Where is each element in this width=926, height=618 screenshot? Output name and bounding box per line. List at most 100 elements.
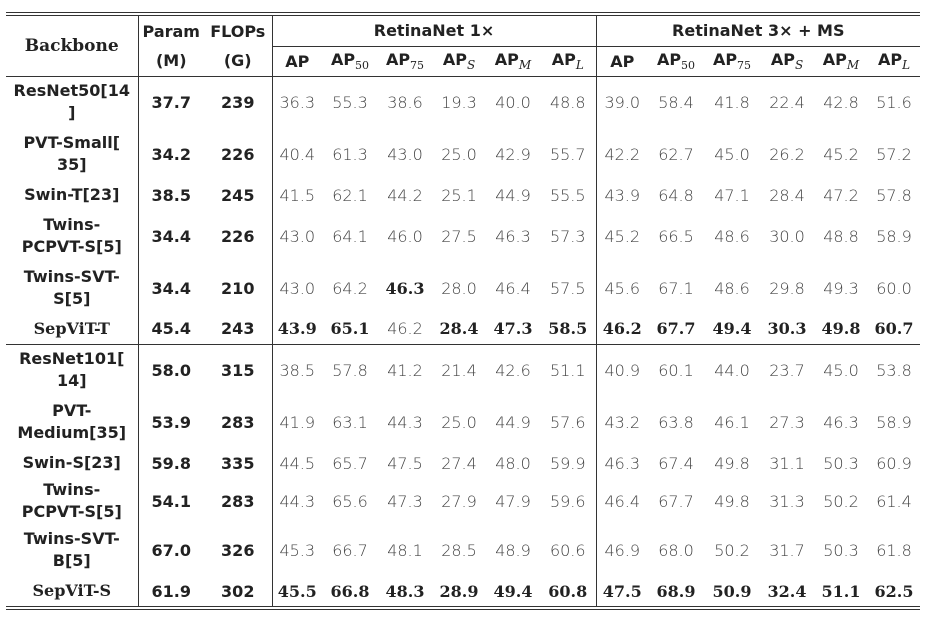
- metric-subscript: 50: [355, 59, 370, 72]
- retinanet-1x-value: 28.0: [441, 278, 477, 298]
- flops-value: 335: [204, 448, 273, 478]
- header-backbone: Backbone: [6, 16, 139, 77]
- retinanet-3x-ms-value: 42.2: [604, 144, 641, 164]
- retinanet-1x-value: 25.1: [441, 185, 477, 205]
- retinanet-1x-value: 48.8: [540, 76, 597, 128]
- retinanet-3x-ms-value: 27.3: [769, 412, 805, 432]
- retinanet-1x-value: 41.5: [279, 185, 316, 205]
- retinanet-1x-value: 46.0: [387, 226, 423, 246]
- retinanet-1x-value: 62.1: [332, 185, 368, 205]
- retinanet-1x-value: 44.9: [495, 185, 531, 205]
- param-value: 34.4: [151, 226, 191, 246]
- retinanet-1x-value: 46.4: [495, 278, 531, 298]
- backbone-name-line: Swin-T[23]: [24, 185, 120, 204]
- retinanet-3x-ms-value: 68.9: [656, 581, 696, 601]
- retinanet-1x-value: 27.4: [441, 453, 477, 473]
- retinanet-3x-ms-value: 50.3: [823, 540, 859, 560]
- param-value: 45.4: [138, 314, 204, 345]
- backbone-name-line: S[5]: [53, 289, 91, 308]
- flops-value: 326: [204, 524, 273, 576]
- metric-base: AP: [610, 51, 635, 71]
- retinanet-1x-value: 51.1: [540, 344, 597, 396]
- retinanet-3x-ms-value: 50.2: [714, 540, 750, 560]
- backbone-name: ResNet50[14]: [6, 76, 139, 128]
- header-param: Param: [142, 21, 200, 41]
- header-metric-1x-5: APL: [540, 46, 597, 77]
- header-metric-3x-4: APM: [814, 46, 868, 77]
- table-row: Twins- PCPVT-S[5] 34.4 226 43.0 64.1 46.0 27.5 4…: [6, 210, 920, 262]
- retinanet-1x-value: 45.3: [279, 540, 316, 560]
- retinanet-3x-ms-value: 31.7: [769, 540, 805, 560]
- retinanet-1x-value: 43.0: [279, 278, 316, 298]
- backbone-name: Twins-SVT- B[5]: [6, 524, 139, 576]
- retinanet-1x-value: 57.3: [540, 210, 597, 262]
- retinanet-3x-ms-value: 30.3: [760, 314, 814, 345]
- table-row: Swin-T[23] 38.5 245 41.5 62.1 44.2 25.1 44.9 55.…: [6, 180, 920, 210]
- retinanet-1x-value: 45.5: [277, 581, 317, 601]
- retinanet-3x-ms-value: 50.3: [823, 453, 859, 473]
- retinanet-3x-ms-value: 57.2: [876, 144, 912, 164]
- retinanet-3x-ms-value: 22.4: [769, 92, 805, 112]
- table-row: SepViT-T 45.4 243 43.9 65.1 46.2 28.4 47.3 58.5 4…: [6, 314, 921, 345]
- retinanet-3x-ms-value: 32.4: [767, 581, 807, 601]
- param-value: 67.0: [151, 540, 191, 560]
- header-metric-3x-0: AP: [596, 46, 648, 77]
- retinanet-1x-value: 42.9: [495, 144, 531, 164]
- backbone-name: Twins- PCPVT-S[5]: [6, 210, 139, 262]
- backbone-name-line: PCPVT-S[5]: [21, 502, 122, 521]
- retinanet-1x-value: 61.3: [332, 144, 368, 164]
- table-row: ResNet101[14] 58.0 315 38.5 57.8 41.2 21.4 42.6…: [6, 344, 920, 396]
- retinanet-1x-value: 48.1: [387, 540, 423, 560]
- retinanet-1x-value: 44.5: [279, 453, 316, 473]
- backbone-name-line: Twins-: [43, 480, 101, 499]
- retinanet-1x-value: 58.5: [540, 314, 597, 345]
- header-metric-1x-0: AP: [272, 46, 322, 77]
- retinanet-3x-ms-value: 46.3: [604, 453, 641, 473]
- param-value: 34.4: [151, 278, 191, 298]
- header-flops-unit: (G): [204, 46, 273, 77]
- metric-subscript: L: [575, 58, 584, 72]
- backbone-name-line: PVT-Small[: [23, 133, 121, 152]
- retinanet-3x-ms-value: 50.9: [712, 581, 752, 601]
- flops-value: 302: [204, 576, 273, 606]
- retinanet-3x-ms-value: 60.0: [876, 278, 912, 298]
- backbone-name: PVT- Medium[35]: [6, 396, 139, 448]
- retinanet-3x-ms-value: 49.3: [823, 278, 859, 298]
- param-value: 34.2: [151, 144, 191, 164]
- header-group-retinanet-1x: RetinaNet 1×: [272, 16, 597, 47]
- retinanet-1x-value: 49.4: [493, 581, 533, 601]
- metric-base: AP: [822, 50, 847, 69]
- retinanet-3x-ms-value: 67.7: [658, 491, 694, 511]
- retinanet-1x-value: 38.5: [279, 360, 316, 380]
- retinanet-3x-ms-value: 67.7: [648, 314, 704, 345]
- retinanet-3x-ms-value: 47.5: [602, 581, 642, 601]
- param-value: 61.9: [151, 581, 191, 601]
- flops-value: 283: [204, 396, 273, 448]
- retinanet-1x-value: 65.6: [332, 491, 368, 511]
- retinanet-1x-value: 43.0: [279, 226, 316, 246]
- metric-base: AP: [877, 50, 903, 69]
- retinanet-3x-ms-value: 48.6: [714, 278, 750, 298]
- backbone-name-line: ResNet101[: [19, 349, 125, 369]
- retinanet-1x-value: 55.7: [540, 128, 597, 180]
- retinanet-3x-ms-value: 61.4: [876, 491, 912, 511]
- retinanet-1x-value: 47.9: [495, 491, 531, 511]
- retinanet-3x-ms-value: 62.5: [874, 581, 914, 601]
- flops-value: 226: [204, 128, 273, 180]
- flops-value: 315: [204, 344, 273, 396]
- retinanet-1x-value: 28.5: [441, 540, 477, 560]
- retinanet-1x-value: 48.3: [385, 581, 425, 601]
- retinanet-3x-ms-value: 64.8: [658, 185, 694, 205]
- metric-subscript: 50: [681, 59, 696, 72]
- backbone-name: ResNet101[14]: [6, 344, 139, 396]
- table-row: Twins-SVT- S[5] 34.4 210 43.0 64.2 46.3 28.0 46.…: [6, 262, 920, 314]
- table-row: Swin-S[23] 59.8 335 44.5 65.7 47.5 27.4 48.0 59.…: [6, 448, 920, 478]
- metric-subscript: S: [794, 58, 804, 72]
- retinanet-3x-ms-value: 41.8: [714, 92, 750, 112]
- header-metric-3x-2: AP75: [704, 46, 760, 77]
- backbone-name: Swin-T[23]: [6, 180, 139, 210]
- retinanet-3x-ms-value: 44.0: [714, 360, 750, 380]
- flops-value: 245: [204, 180, 273, 210]
- retinanet-1x-value: 57.5: [540, 262, 597, 314]
- retinanet-1x-value: 44.3: [279, 491, 316, 511]
